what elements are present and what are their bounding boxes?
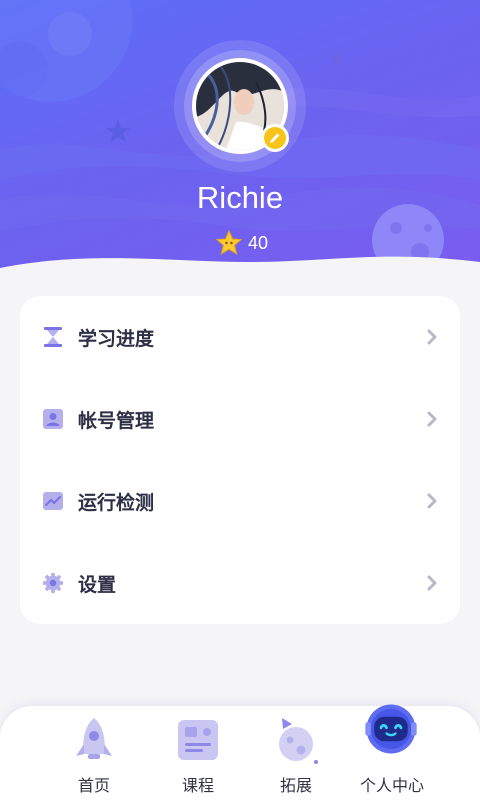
star-balance: 40 <box>212 228 278 258</box>
menu-item-learning-progress[interactable]: 学习进度 <box>20 296 460 378</box>
hourglass-icon <box>42 326 64 348</box>
chevron-right-icon <box>427 575 437 591</box>
menu-item-label: 设置 <box>78 573 117 596</box>
menu-card: 学习进度 帐号管理 运行检测 设置 <box>20 296 460 624</box>
tab-label: 课程 <box>181 776 214 795</box>
star-count: 40 <box>248 232 269 253</box>
username: Richie <box>196 180 284 215</box>
tab-label: 首页 <box>77 776 110 795</box>
pencil-icon <box>270 133 280 143</box>
menu-item-run-detection[interactable]: 运行检测 <box>20 460 460 542</box>
tab-profile[interactable]: 个人中心 <box>342 704 442 800</box>
robot-icon <box>365 704 417 754</box>
tab-home[interactable]: 首页 <box>44 706 144 800</box>
tab-courses[interactable]: 课程 <box>148 706 248 800</box>
gear-icon <box>42 572 64 594</box>
chevron-right-icon <box>427 493 437 509</box>
chevron-right-icon <box>427 329 437 345</box>
edit-avatar-button[interactable] <box>261 124 289 152</box>
person-card-icon <box>42 408 64 430</box>
bottom-tab-bar: 首页 课程 拓展 个人中心 <box>0 704 480 800</box>
rocket-icon <box>76 718 112 759</box>
menu-item-settings[interactable]: 设置 <box>20 542 460 624</box>
menu-item-label: 学习进度 <box>78 327 155 350</box>
chevron-right-icon <box>427 411 437 427</box>
menu-item-label: 运行检测 <box>78 491 155 514</box>
profile-header: Richie 40 <box>0 0 480 290</box>
star-icon <box>216 230 242 255</box>
menu-item-account-management[interactable]: 帐号管理 <box>20 378 460 460</box>
trend-chart-icon <box>42 490 64 512</box>
tab-explore[interactable]: 拓展 <box>246 706 346 800</box>
book-board-icon <box>178 720 218 760</box>
tab-label: 拓展 <box>279 776 312 795</box>
menu-item-label: 帐号管理 <box>78 409 155 432</box>
planet-flag-icon <box>279 718 318 764</box>
tab-label: 个人中心 <box>359 776 424 795</box>
